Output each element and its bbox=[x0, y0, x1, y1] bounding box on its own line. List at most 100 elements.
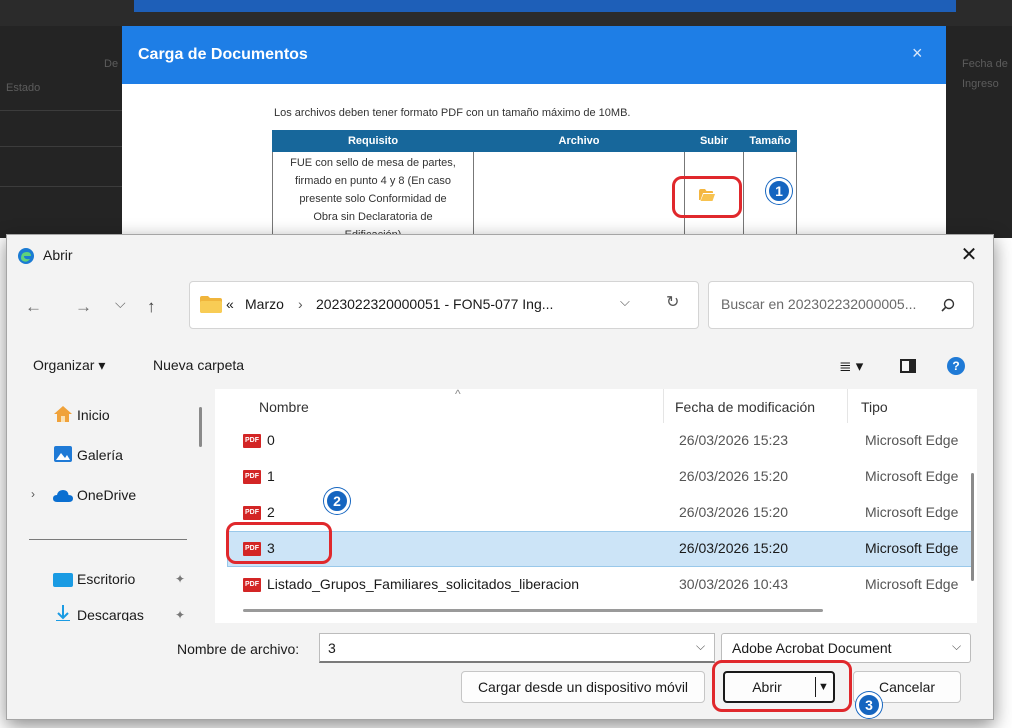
background-divider bbox=[0, 110, 122, 111]
file-row[interactable]: PDF Listado_Grupos_Familiares_solicitado… bbox=[227, 567, 972, 603]
dialog-close-button[interactable]: ✕ bbox=[955, 241, 983, 269]
file-name: Listado_Grupos_Familiares_solicitados_li… bbox=[267, 576, 580, 592]
pdf-icon: PDF bbox=[243, 470, 261, 484]
forward-button[interactable]: → bbox=[75, 297, 92, 317]
desktop-icon bbox=[53, 573, 73, 587]
preview-pane-icon[interactable] bbox=[900, 359, 916, 373]
search-placeholder: Buscar en 202302232000005... bbox=[721, 296, 917, 312]
pdf-icon: PDF bbox=[243, 578, 261, 592]
background-label: Fecha de bbox=[962, 58, 1008, 70]
background-right-column: Fecha de Ingreso bbox=[946, 26, 1012, 238]
filename-value: 3 bbox=[328, 640, 336, 656]
upload-modal: Carga de Documentos × Los archivos deben… bbox=[122, 26, 946, 238]
file-date: 26/03/2026 15:20 bbox=[679, 468, 788, 484]
address-dropdown-icon[interactable]: ⌵ bbox=[620, 294, 630, 310]
background-divider bbox=[0, 146, 122, 147]
sidebar-item-escritorio[interactable]: Escritorio bbox=[77, 571, 135, 587]
modal-header: Carga de Documentos × bbox=[122, 26, 946, 84]
back-button[interactable]: ← bbox=[25, 297, 42, 317]
dialog-title: Abrir bbox=[43, 247, 73, 263]
file-name: 2 bbox=[267, 504, 275, 520]
search-icon bbox=[941, 298, 955, 312]
search-field[interactable]: Buscar en 202302232000005... bbox=[708, 281, 974, 329]
help-icon[interactable]: ? bbox=[947, 357, 965, 375]
filetype-value: Adobe Acrobat Document bbox=[732, 640, 892, 656]
edge-icon bbox=[18, 248, 34, 264]
column-header: Requisito bbox=[272, 130, 474, 152]
requirement-line: FUE con sello de mesa de partes, bbox=[290, 157, 456, 169]
new-folder-button[interactable]: Nueva carpeta bbox=[153, 357, 244, 373]
sidebar-item-galeria[interactable]: Galería bbox=[77, 447, 123, 463]
vertical-scrollbar[interactable] bbox=[971, 473, 974, 581]
file-name: 1 bbox=[267, 468, 275, 484]
organize-menu[interactable]: Organizar ▾ bbox=[33, 357, 105, 374]
modal-close-button[interactable]: × bbox=[912, 43, 923, 64]
file-row[interactable]: PDF 0 26/03/2026 15:23 Microsoft Edge bbox=[227, 423, 972, 459]
load-from-mobile-button[interactable]: Cargar desde un dispositivo móvil bbox=[461, 671, 705, 703]
column-header-name[interactable]: Nombre bbox=[259, 399, 309, 415]
sidebar-item-label: OneDrive bbox=[77, 487, 137, 503]
column-header-type[interactable]: Tipo bbox=[861, 399, 888, 415]
home-icon bbox=[54, 406, 72, 422]
pdf-icon: PDF bbox=[243, 506, 261, 520]
download-icon bbox=[56, 605, 70, 621]
column-header-date[interactable]: Fecha de modificación bbox=[675, 399, 815, 415]
filename-input[interactable]: 3 ⌵ bbox=[319, 633, 715, 663]
file-cell bbox=[473, 151, 685, 238]
open-file-dialog: Abrir ✕ ← → ⌵ ↑ « Marzo › 20230223200000… bbox=[6, 234, 994, 720]
column-header: Tamaño bbox=[743, 130, 797, 152]
background-label: De bbox=[104, 58, 119, 70]
file-type: Microsoft Edge bbox=[865, 576, 959, 592]
file-date: 26/03/2026 15:20 bbox=[679, 504, 788, 520]
expand-chevron-icon[interactable]: › bbox=[31, 487, 35, 501]
highlight-open-button bbox=[712, 660, 852, 712]
cloud-icon bbox=[53, 490, 73, 502]
file-type: Microsoft Edge bbox=[865, 468, 959, 484]
breadcrumb-item[interactable]: Marzo bbox=[245, 296, 284, 312]
background-divider bbox=[0, 186, 122, 187]
sidebar-divider bbox=[29, 539, 187, 540]
background-label: Estado bbox=[6, 82, 41, 94]
file-type: Microsoft Edge bbox=[865, 432, 959, 448]
breadcrumb-item[interactable]: 2023022320000051 - FON5-077 Ing... bbox=[316, 296, 553, 312]
highlight-file-3 bbox=[226, 522, 332, 564]
pdf-icon: PDF bbox=[243, 434, 261, 448]
step-badge-1: 1 bbox=[766, 178, 792, 204]
recent-locations-button[interactable]: ⌵ bbox=[115, 295, 126, 312]
filename-label: Nombre de archivo: bbox=[177, 641, 300, 657]
gallery-icon bbox=[54, 446, 72, 462]
navigation-pane: Inicio Galería › OneDrive Escritorio ✦ D… bbox=[15, 389, 205, 621]
sidebar-item-descargas[interactable]: Descargas bbox=[77, 607, 144, 621]
up-button[interactable]: ↑ bbox=[147, 297, 156, 317]
filename-dropdown-icon[interactable]: ⌵ bbox=[696, 639, 705, 654]
requirement-cell: FUE con sello de mesa de partes, firmado… bbox=[272, 151, 474, 238]
file-name: 0 bbox=[267, 432, 275, 448]
pin-icon: ✦ bbox=[175, 608, 186, 621]
filetype-select[interactable]: Adobe Acrobat Document ⌵ bbox=[721, 633, 971, 663]
address-bar[interactable]: « Marzo › 2023022320000051 - FON5-077 In… bbox=[189, 281, 699, 329]
column-header: Subir bbox=[684, 130, 744, 152]
upload-info-text: Los archivos deben tener formato PDF con… bbox=[274, 107, 631, 119]
modal-title: Carga de Documentos bbox=[138, 46, 308, 63]
step-badge-2: 2 bbox=[324, 488, 350, 514]
pin-icon: ✦ bbox=[175, 572, 186, 586]
breadcrumb-overflow[interactable]: « bbox=[226, 296, 234, 312]
column-header: Archivo bbox=[473, 130, 685, 152]
breadcrumb-separator: › bbox=[298, 296, 303, 312]
sort-up-icon: ^ bbox=[455, 389, 461, 401]
folder-icon bbox=[200, 296, 222, 313]
file-date: 30/03/2026 10:43 bbox=[679, 576, 788, 592]
requirement-line: firmado en punto 4 y 8 (En caso bbox=[295, 175, 451, 187]
view-options-button[interactable]: ≣ ▾ bbox=[839, 357, 863, 375]
sidebar-scrollbar[interactable] bbox=[199, 407, 202, 447]
sidebar-item-inicio[interactable]: Inicio bbox=[77, 407, 110, 423]
file-date: 26/03/2026 15:20 bbox=[679, 540, 788, 556]
horizontal-scrollbar[interactable] bbox=[243, 609, 823, 612]
file-type: Microsoft Edge bbox=[865, 504, 959, 520]
background-label: Ingreso bbox=[962, 78, 999, 90]
file-row-selected[interactable]: PDF 3 26/03/2026 15:20 Microsoft Edge bbox=[227, 531, 972, 567]
file-type: Microsoft Edge bbox=[865, 540, 959, 556]
refresh-icon[interactable]: ↻ bbox=[666, 292, 679, 312]
step-badge-3: 3 bbox=[856, 692, 882, 718]
filetype-dropdown-icon[interactable]: ⌵ bbox=[952, 639, 961, 654]
